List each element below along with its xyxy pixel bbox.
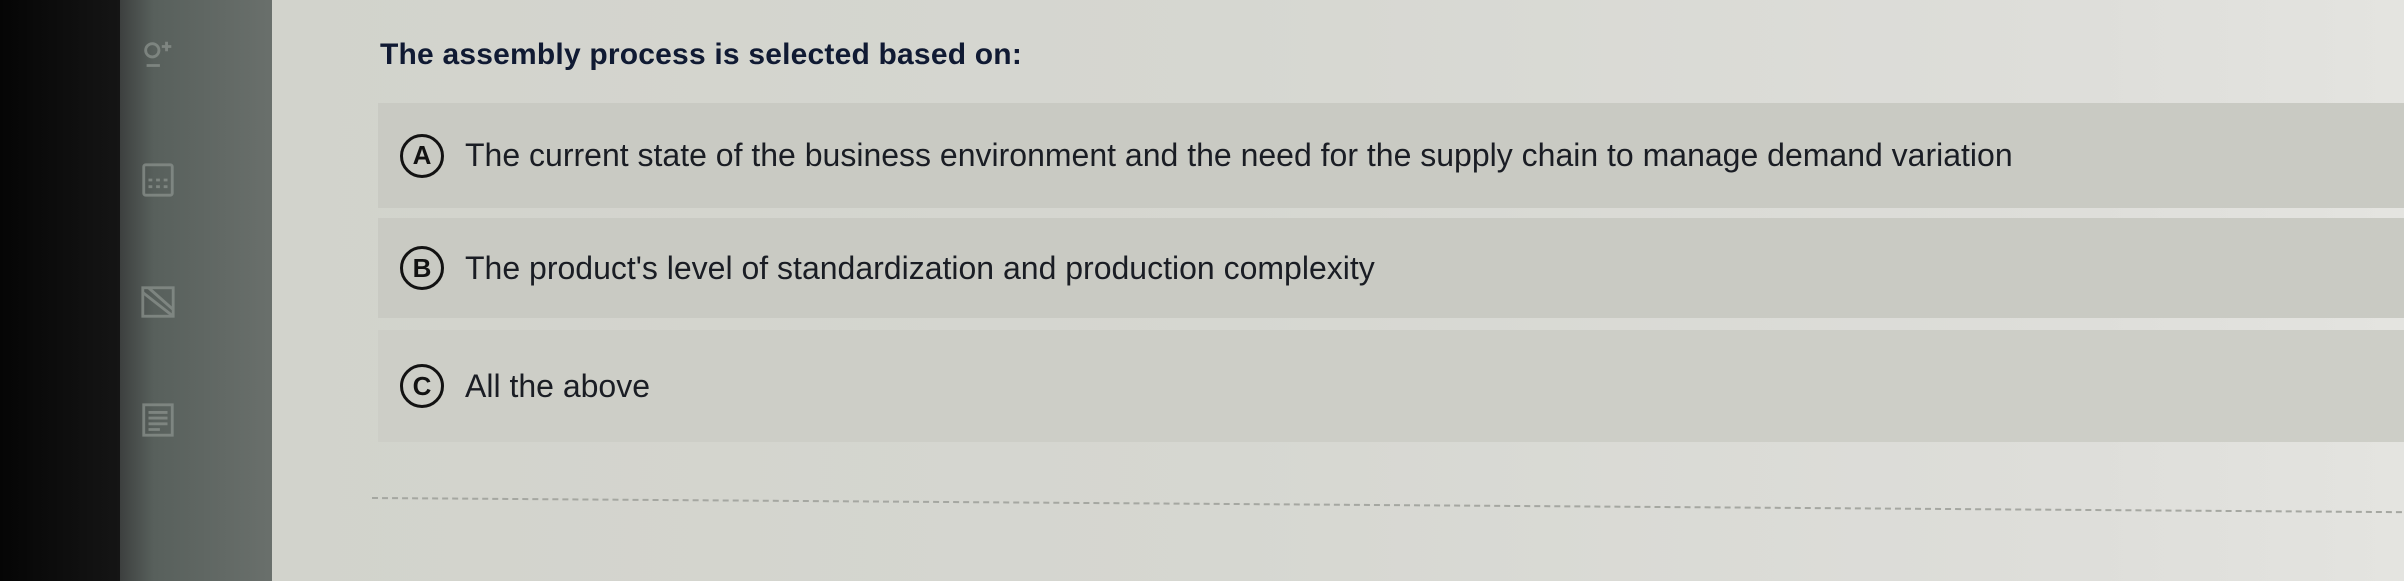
option-letter: A — [400, 133, 444, 178]
option-c[interactable]: C All the above — [378, 330, 2404, 442]
question-text: The assembly process is selected based o… — [380, 38, 1023, 71]
notes-icon[interactable] — [138, 400, 178, 440]
calculator-icon[interactable] — [138, 160, 178, 200]
option-letter: C — [400, 364, 444, 408]
option-b[interactable]: B The product's level of standardization… — [378, 218, 2404, 318]
screen: The assembly process is selected based o… — [0, 0, 2404, 581]
dashed-divider — [371, 497, 2404, 514]
option-a[interactable]: A The current state of the business envi… — [378, 103, 2404, 208]
option-letter: B — [400, 246, 444, 290]
calculator-icon[interactable] — [138, 36, 178, 76]
image-icon[interactable] — [138, 282, 178, 322]
option-label: The current state of the business enviro… — [465, 137, 2013, 173]
option-label: The product's level of standardization a… — [465, 249, 1375, 286]
question-panel: The assembly process is selected based o… — [272, 0, 2404, 581]
option-label: All the above — [465, 367, 651, 404]
